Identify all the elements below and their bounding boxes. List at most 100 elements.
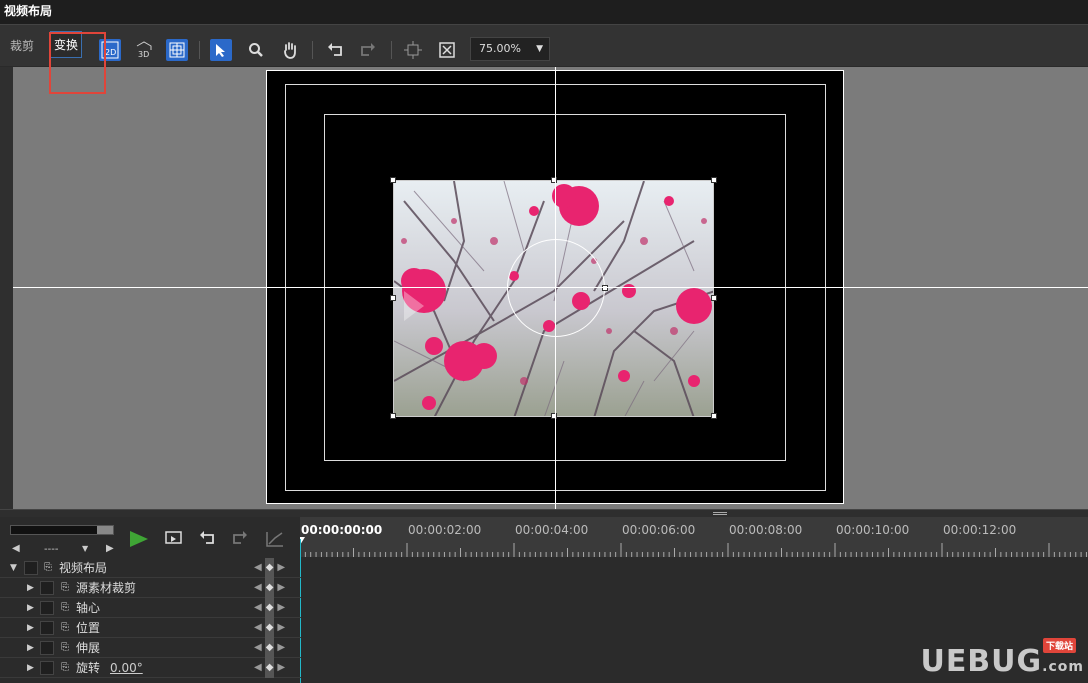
track-checkbox[interactable] — [40, 621, 54, 635]
keyframe-controls[interactable]: ◀ ◆ ▶ — [254, 598, 290, 618]
undo-icon[interactable] — [198, 530, 218, 548]
resize-handle-n[interactable] — [551, 177, 557, 183]
track-checkbox[interactable] — [40, 641, 54, 655]
rotation-handle[interactable] — [602, 285, 608, 291]
hand-tool-button[interactable] — [279, 39, 301, 61]
track-label: 伸展 — [76, 641, 101, 655]
redo-icon[interactable] — [231, 530, 251, 548]
timecode-label: 00:00:10:00 — [836, 523, 910, 537]
rotation-value[interactable]: 0.00° — [110, 658, 143, 678]
keyframe-controls[interactable]: ◀ ◆ ▶ — [254, 558, 290, 578]
track-lane[interactable] — [301, 558, 1088, 578]
resize-handle-nw[interactable] — [390, 177, 396, 183]
link-icon: ⎘ — [61, 582, 69, 593]
time-ruler[interactable]: 00:00:00:00 00:00:02:00 00:00:04:00 00:0… — [300, 517, 1088, 557]
resize-handle-w[interactable] — [390, 295, 396, 301]
fit-full-icon — [439, 42, 455, 58]
mode-3d-button[interactable]: 3D — [133, 39, 155, 61]
keyframe-controls[interactable]: ◀ ◆ ▶ — [254, 638, 290, 658]
timecode-label: 00:00:06:00 — [622, 523, 696, 537]
timecode-label: 00:00:08:00 — [729, 523, 803, 537]
expand-triangle-icon[interactable]: ▶ — [27, 638, 34, 658]
track-label: 位置 — [76, 621, 101, 635]
timecode-label: 00:00:04:00 — [515, 523, 589, 537]
resize-handle-s[interactable] — [551, 413, 557, 419]
zoom-value: 75.00% — [479, 42, 521, 55]
toolbar-separator — [391, 41, 392, 59]
nav-select-value: ---- — [44, 544, 59, 555]
arrow-cursor-icon — [216, 44, 225, 57]
ruler-ticks — [300, 543, 1087, 557]
resize-handle-sw[interactable] — [390, 413, 396, 419]
chevron-down-icon: ▼ — [536, 44, 543, 54]
resize-handle-se[interactable] — [711, 413, 717, 419]
timeline-scroll-bar[interactable] — [10, 525, 114, 535]
expand-triangle-icon[interactable]: ▶ — [27, 578, 34, 598]
redo-icon — [361, 43, 375, 56]
track-lane[interactable] — [301, 598, 1088, 618]
expand-triangle-icon[interactable]: ▶ — [27, 598, 34, 618]
track-lane[interactable] — [301, 578, 1088, 598]
expand-triangle-icon[interactable]: ▶ — [27, 618, 34, 638]
svg-text:3D: 3D — [138, 50, 149, 59]
vertical-center-guide — [555, 67, 556, 509]
timeline-panel: ◀ ---- ▼ ▶ 00:00:00:00 00:00:02:00 00:00… — [0, 517, 1088, 683]
zoom-select[interactable]: 75.00% ▼ — [470, 37, 550, 61]
link-icon: ⎘ — [61, 642, 69, 653]
toolbar-separator — [199, 41, 200, 59]
highlight-box — [49, 32, 106, 94]
link-icon: ⎘ — [61, 602, 69, 613]
collapse-triangle-icon[interactable]: ▼ — [10, 558, 17, 578]
keyframe-controls[interactable]: ◀ ◆ ▶ — [254, 618, 290, 638]
track-label: 旋转 — [76, 661, 101, 675]
track-row-pivot[interactable]: ▶ ⎘ 轴心 ◀ ◆ ▶ — [0, 598, 1088, 618]
next-arrow-icon[interactable]: ▶ — [106, 543, 114, 554]
fit-frame-button[interactable] — [402, 39, 424, 61]
grid-button[interactable] — [166, 39, 188, 61]
window-title: 视频布局 — [0, 0, 1088, 24]
track-checkbox[interactable] — [40, 661, 54, 675]
track-label: 轴心 — [76, 601, 101, 615]
redo-button[interactable] — [357, 39, 379, 61]
watermark-logo: UEBUG.com 下载站 — [920, 638, 1084, 679]
link-icon: ⎘ — [61, 622, 69, 633]
toolbar-separator — [312, 41, 313, 59]
link-icon: ⎘ — [61, 662, 69, 673]
resize-handle-e[interactable] — [711, 295, 717, 301]
keyframe-nav-select[interactable]: ◀ ---- ▼ ▶ — [10, 543, 120, 559]
keyframe-controls[interactable]: ◀ ◆ ▶ — [254, 578, 290, 598]
link-icon: ⎘ — [44, 562, 52, 573]
prev-arrow-icon[interactable]: ◀ — [12, 543, 20, 554]
horizontal-center-guide — [13, 287, 1088, 288]
timecode-current: 00:00:00:00 — [301, 523, 383, 537]
track-checkbox[interactable] — [24, 561, 38, 575]
timecode-label: 00:00:12:00 — [943, 523, 1017, 537]
expand-triangle-icon[interactable]: ▶ — [27, 658, 34, 678]
loop-play-icon[interactable] — [164, 530, 184, 548]
track-lane[interactable] — [301, 618, 1088, 638]
svg-text:2D: 2D — [105, 48, 116, 57]
zoom-tool-button[interactable] — [245, 39, 267, 61]
undo-button[interactable] — [324, 39, 346, 61]
tab-crop[interactable]: 裁剪 — [10, 37, 34, 54]
track-checkbox[interactable] — [40, 581, 54, 595]
hand-icon — [284, 42, 296, 59]
preview-viewport[interactable] — [13, 67, 1088, 509]
keyframe-controls[interactable]: ◀ ◆ ▶ — [254, 658, 290, 678]
splitter-grip-icon — [713, 512, 727, 515]
track-label: 源素材裁剪 — [76, 581, 137, 595]
resize-handle-ne[interactable] — [711, 177, 717, 183]
track-checkbox[interactable] — [40, 601, 54, 615]
rotation-pivot-circle[interactable] — [507, 239, 605, 337]
magnifier-icon — [249, 43, 263, 57]
graph-icon[interactable] — [265, 530, 285, 548]
fit-full-button[interactable] — [436, 39, 458, 61]
select-tool-button[interactable] — [210, 39, 232, 61]
panel-splitter[interactable] — [0, 509, 1088, 517]
timeline-controls: ◀ ---- ▼ ▶ — [8, 523, 298, 561]
play-icon[interactable] — [128, 529, 150, 549]
chevron-down-icon: ▼ — [82, 544, 89, 553]
track-row-source-crop[interactable]: ▶ ⎘ 源素材裁剪 ◀ ◆ ▶ — [0, 578, 1088, 598]
track-row-video-layout[interactable]: ▼ ⎘ 视频布局 ◀ ◆ ▶ — [0, 558, 1088, 578]
track-row-position[interactable]: ▶ ⎘ 位置 ◀ ◆ ▶ — [0, 618, 1088, 638]
